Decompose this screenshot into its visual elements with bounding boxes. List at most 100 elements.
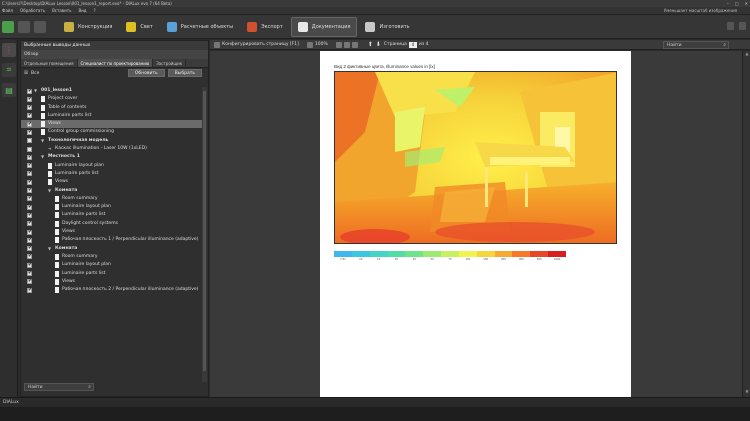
tree-item-checkbox[interactable] <box>27 170 32 177</box>
hierarchy-icon[interactable]: ⌗ <box>2 63 16 77</box>
search-icon[interactable]: ⌕ <box>723 42 726 49</box>
tree-item[interactable]: Table of contents <box>21 104 204 112</box>
panel-search-input[interactable]: Найти ⌕ <box>24 383 94 391</box>
tree-item[interactable]: Luminaire layout plan <box>21 261 204 269</box>
multi-page-icon[interactable] <box>351 41 358 48</box>
page-number-input[interactable]: 4 <box>408 41 417 48</box>
tree-item-checkbox[interactable] <box>27 112 32 119</box>
tree-item[interactable]: Project cover <box>21 95 204 103</box>
arrow-up-icon[interactable]: ⬆ <box>368 41 373 48</box>
select-button[interactable]: Выбрать <box>167 69 202 77</box>
settings-icon[interactable] <box>739 22 746 30</box>
scroll-down-icon[interactable]: ▼ <box>743 389 750 397</box>
menu-help[interactable]: ? <box>94 8 96 13</box>
tree-item-checkbox[interactable] <box>27 212 32 218</box>
configure-page-button[interactable]: Конфигурировать страницу [F1] <box>222 42 299 47</box>
chevron-down-icon[interactable]: ▼ <box>34 87 37 95</box>
save-icon[interactable] <box>2 20 14 33</box>
tab-single-rooms[interactable]: Отдельные помещения <box>21 59 78 67</box>
tree-item[interactable]: Luminaire layout plan <box>21 162 204 170</box>
tree-item[interactable]: ▼ Комната <box>21 187 204 195</box>
tree-item[interactable]: Views <box>21 178 204 186</box>
undo-icon[interactable] <box>18 20 30 33</box>
menu-edit[interactable]: Обработать <box>20 8 45 13</box>
tab-documentation[interactable]: Документация <box>290 16 358 37</box>
chevron-down-icon[interactable]: ▼ <box>48 187 51 195</box>
tree-item-checkbox[interactable] <box>27 220 32 227</box>
configure-page-icon[interactable] <box>214 41 220 48</box>
tree-item[interactable]: ▼ Технологичная модель <box>21 137 204 145</box>
document-scrollbar[interactable]: ▲ ▼ <box>742 51 750 397</box>
tree-item[interactable]: ▼ 001_lesson1 <box>21 87 204 95</box>
tree-item-checkbox[interactable] <box>27 187 32 194</box>
tree-item-checkbox[interactable] <box>27 179 32 185</box>
tree-item-checkbox[interactable] <box>27 262 32 268</box>
tree-item-checkbox[interactable] <box>27 88 32 94</box>
tree-item[interactable]: ▼ Комната <box>21 245 204 253</box>
page-view-icon[interactable] <box>335 41 342 48</box>
scroll-up-icon[interactable]: ▲ <box>743 51 750 59</box>
two-page-icon[interactable] <box>343 41 350 48</box>
panel-overview[interactable]: Обзор <box>21 50 208 59</box>
tree-item-checkbox[interactable] <box>27 138 32 144</box>
tree-item[interactable]: Luminaire parts list <box>21 112 204 120</box>
menu-file[interactable]: Файл <box>2 8 13 13</box>
tree-item[interactable]: Room summary <box>21 195 204 203</box>
tree-item[interactable]: Views <box>21 120 204 129</box>
tree-item[interactable]: Views <box>21 278 204 286</box>
redo-icon[interactable] <box>34 20 46 33</box>
search-icon[interactable]: ⌕ <box>88 384 91 391</box>
tree-item-checkbox[interactable] <box>27 121 32 127</box>
layout-icon[interactable] <box>727 22 734 30</box>
chevron-down-icon[interactable]: ▼ <box>41 137 44 145</box>
tree-item[interactable]: Luminaire parts list <box>21 170 204 178</box>
tree-item-checkbox[interactable] <box>27 162 32 169</box>
tree-item[interactable]: Daylight control systems <box>21 220 204 228</box>
chevron-down-icon[interactable]: ▼ <box>41 153 44 161</box>
document-search-input[interactable]: Найти ⌕ <box>663 41 729 49</box>
tree-item-checkbox[interactable] <box>27 154 32 160</box>
tree-item[interactable]: Рабочая плоскость 2 / Perpendicular illu… <box>21 286 204 294</box>
tree-scrollbar[interactable] <box>202 87 207 382</box>
tree-item[interactable]: Luminaire parts list <box>21 211 204 219</box>
tree-item[interactable]: ➜ Каскас illumination - Laser 10W (1xLED) <box>21 145 204 153</box>
close-icon[interactable]: ✕ <box>745 0 748 7</box>
tab-light[interactable]: Свет <box>120 17 158 37</box>
tab-construction[interactable]: Конструкция <box>58 17 118 37</box>
menu-view[interactable]: Вид <box>78 8 86 13</box>
tree-item-checkbox[interactable] <box>27 270 32 277</box>
tree-item-checkbox[interactable] <box>27 129 32 135</box>
tree-item-checkbox[interactable] <box>27 245 32 252</box>
tree-item[interactable]: Luminaire parts list <box>21 270 204 278</box>
tree-item-checkbox[interactable] <box>27 237 32 243</box>
select-all-checkbox[interactable]: ☒ <box>24 71 28 76</box>
menu-insert[interactable]: Вставить <box>52 8 71 13</box>
output-icon[interactable]: ▤ <box>2 83 16 97</box>
tab-export[interactable]: Экспорт <box>241 17 289 37</box>
tree-item-checkbox[interactable] <box>27 287 32 293</box>
tree-scrollbar-thumb[interactable] <box>203 91 206 371</box>
tree-item-checkbox[interactable] <box>27 96 32 102</box>
tree-item-checkbox[interactable] <box>27 229 32 235</box>
tree-item-checkbox[interactable] <box>27 104 32 111</box>
tree-item[interactable]: Views <box>21 228 204 236</box>
tree-item-checkbox[interactable] <box>27 253 32 260</box>
tree-item[interactable]: Room summary <box>21 253 204 261</box>
tree-item[interactable]: Control group commissioning <box>21 128 204 136</box>
tree-item-checkbox[interactable] <box>27 278 32 285</box>
tree-item-checkbox[interactable] <box>27 204 32 210</box>
tree-item-checkbox[interactable] <box>27 195 32 202</box>
tab-calculation-objects[interactable]: Расчетные объекты <box>161 17 239 37</box>
arrow-down-icon[interactable]: ⬇ <box>376 41 381 48</box>
tab-developer[interactable]: Застройщик <box>153 59 187 67</box>
chevron-down-icon[interactable]: ▼ <box>48 245 51 253</box>
tree-item[interactable]: ▼ Местность 1 <box>21 153 204 161</box>
maximize-icon[interactable]: □ <box>735 0 739 7</box>
tree-item[interactable]: Luminaire layout plan <box>21 203 204 211</box>
tree-item[interactable]: Рабочая плоскость 1 / Perpendicular illu… <box>21 236 204 244</box>
zoom-icon[interactable] <box>306 41 313 48</box>
tab-manufacture[interactable]: Изготовить <box>359 17 415 37</box>
tab-specialist[interactable]: Специалист по проектированию <box>77 59 154 67</box>
tree-view-icon[interactable]: ⋮ <box>2 43 16 57</box>
refresh-button[interactable]: Обновить <box>127 69 165 77</box>
